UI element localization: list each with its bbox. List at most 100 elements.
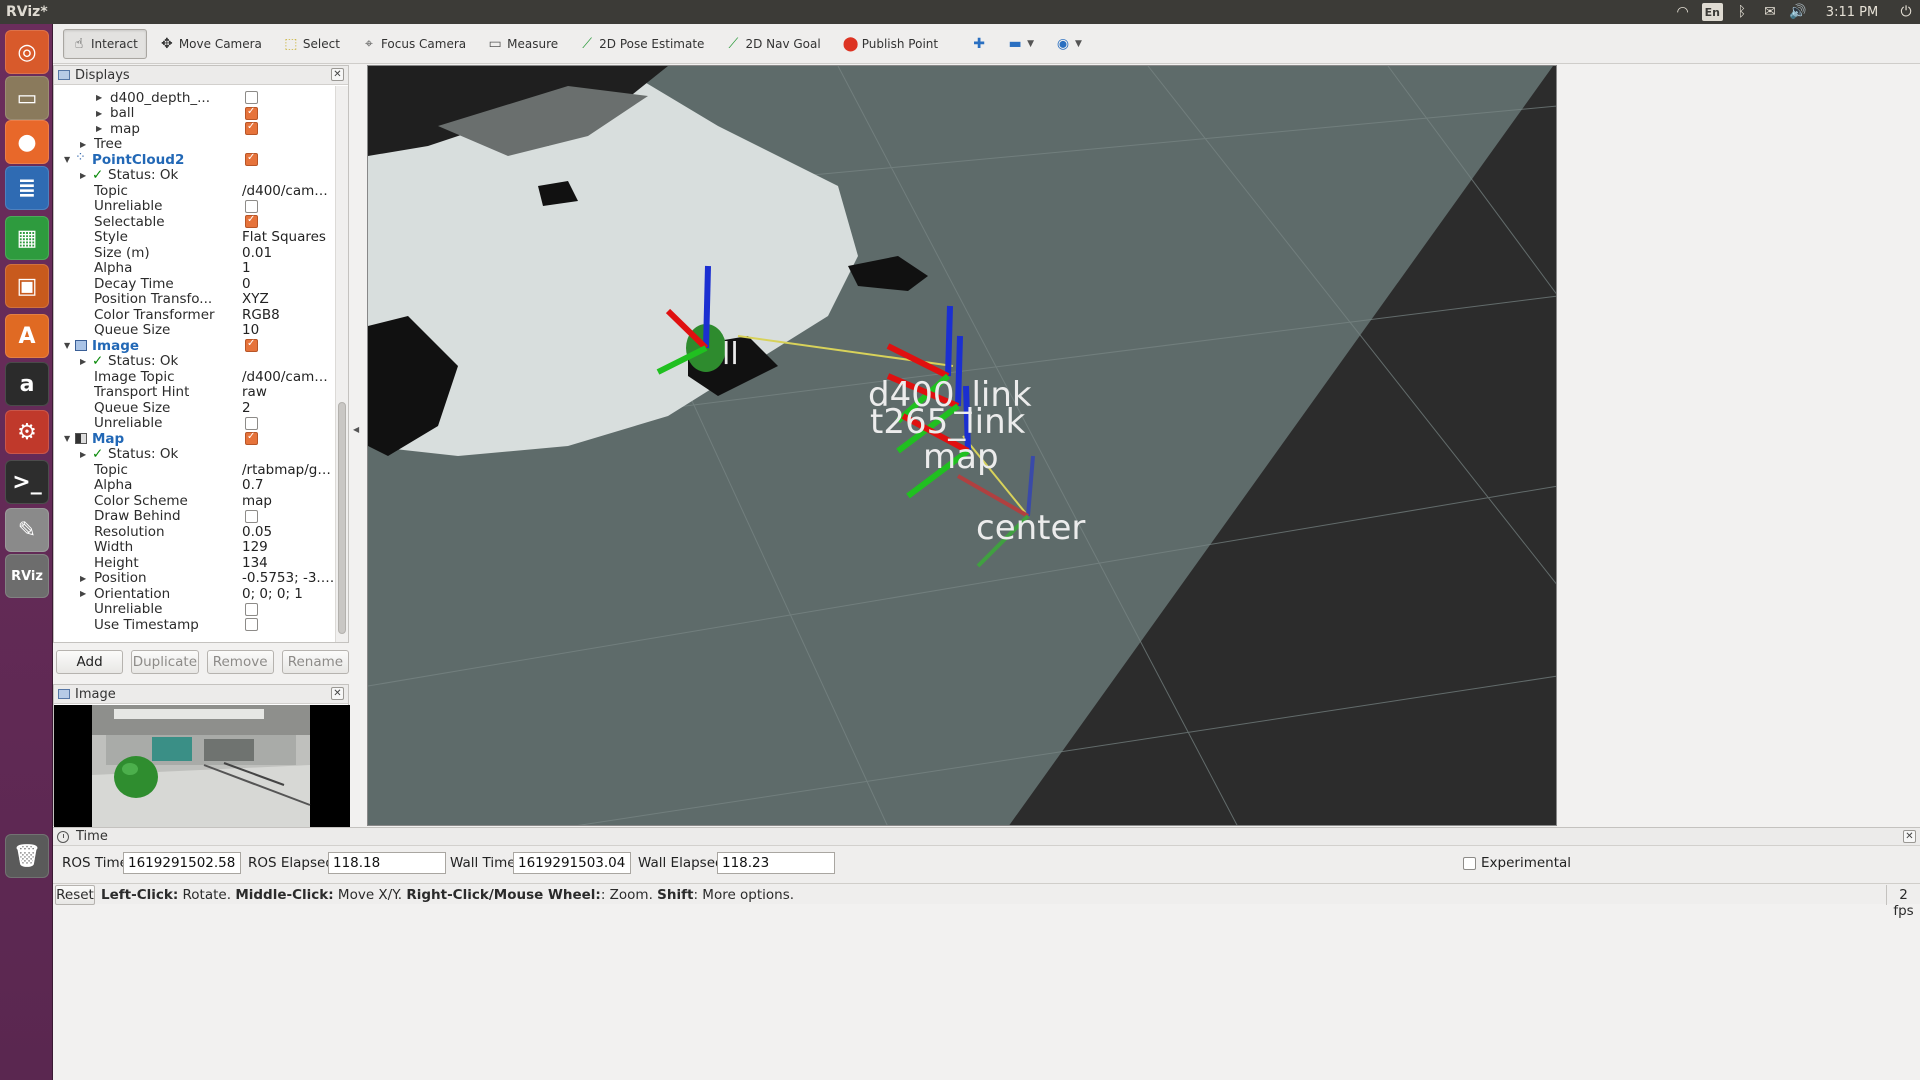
- 3d-render-view[interactable]: ll d400_link t265_link map center: [367, 65, 1557, 826]
- collapsed-arrow-icon[interactable]: ▶: [80, 589, 86, 598]
- displays-buttons: Add Duplicate Remove Rename: [53, 645, 349, 679]
- collapsed-arrow-icon[interactable]: ▶: [80, 140, 86, 149]
- launcher-libreoffice-calc-icon[interactable]: ▦: [5, 216, 49, 260]
- remove-button[interactable]: Remove: [206, 650, 274, 674]
- pointcloud-icon: ⁘: [75, 150, 86, 165]
- enable-checkbox[interactable]: [245, 152, 258, 166]
- launcher-system-settings-icon[interactable]: ⚙: [5, 410, 49, 454]
- hint-text: : More options.: [693, 887, 795, 903]
- tool-publish-point[interactable]: ⬤ Publish Point: [834, 29, 947, 59]
- tool-focus-camera[interactable]: ⌖ Focus Camera: [353, 29, 475, 59]
- wall-time-field[interactable]: 1619291503.04: [513, 852, 631, 874]
- launcher-ubuntu-software-icon[interactable]: A: [5, 314, 49, 358]
- eye-icon: ◉: [1056, 35, 1070, 52]
- launcher-firefox-icon[interactable]: ●: [5, 120, 49, 164]
- wifi-icon[interactable]: ◠: [1669, 0, 1697, 24]
- ball-label: ll: [722, 337, 739, 372]
- launcher-libreoffice-writer-icon[interactable]: ≣: [5, 166, 49, 210]
- tool-2d-pose-estimate[interactable]: ⟋ 2D Pose Estimate: [571, 29, 713, 59]
- collapse-left-icon[interactable]: ◀: [353, 425, 359, 434]
- eye-tool-button[interactable]: ◉ ▼: [1047, 29, 1091, 59]
- chevron-down-icon: ▼: [1027, 38, 1035, 49]
- image-panel-title: Image ✕: [54, 685, 348, 704]
- clock[interactable]: 3:11 PM: [1812, 0, 1892, 24]
- frame-label-map: map: [923, 437, 999, 477]
- ros-time-label: ROS Time:: [62, 855, 133, 871]
- launcher-terminal-icon[interactable]: >_: [5, 460, 49, 504]
- system-tray: ◠ En ᛒ ✉ 🔊 3:11 PM ⏻: [1669, 0, 1920, 24]
- tool-measure[interactable]: ▭ Measure: [479, 29, 567, 59]
- collapsed-arrow-icon[interactable]: ▶: [80, 450, 86, 459]
- image-icon: [75, 340, 87, 351]
- launcher-ubuntu-dash-icon[interactable]: ◎: [5, 30, 49, 74]
- launcher-libreoffice-impress-icon[interactable]: ▣: [5, 264, 49, 308]
- launcher-trash-icon[interactable]: 🗑: [5, 834, 49, 878]
- tool-2d-nav-goal[interactable]: ⟋ 2D Nav Goal: [717, 29, 829, 59]
- enable-checkbox[interactable]: [245, 106, 258, 120]
- close-icon[interactable]: ✕: [331, 68, 344, 81]
- expanded-arrow-icon[interactable]: ▼: [64, 155, 70, 164]
- hint-key: Right-Click/Mouse Wheel:: [406, 887, 601, 903]
- plus-tool-button[interactable]: ✚: [963, 29, 995, 59]
- tool-label: Publish Point: [861, 36, 939, 51]
- close-icon[interactable]: ✕: [331, 687, 344, 700]
- displays-title-label: Displays: [75, 67, 130, 83]
- keyboard-language-indicator[interactable]: En: [1701, 3, 1723, 21]
- launcher-files-icon[interactable]: ▭: [5, 76, 49, 120]
- enable-checkbox[interactable]: [245, 91, 258, 104]
- enable-checkbox[interactable]: [245, 602, 258, 616]
- tool-interact[interactable]: ☝ Interact: [63, 28, 147, 59]
- ros-time-field[interactable]: 1619291502.58: [123, 852, 241, 874]
- enable-checkbox[interactable]: [245, 214, 258, 228]
- panel-splitter[interactable]: ◀: [353, 65, 365, 826]
- launcher-amazon-icon[interactable]: a: [5, 362, 49, 406]
- display-property-row[interactable]: Use Timestamp: [54, 615, 336, 634]
- enable-checkbox[interactable]: [245, 509, 258, 523]
- displays-scrollbar[interactable]: [335, 86, 348, 642]
- enable-checkbox[interactable]: [245, 121, 258, 135]
- enable-checkbox[interactable]: [245, 199, 258, 213]
- power-icon[interactable]: ⏻: [1892, 0, 1920, 24]
- ros-elapsed-field[interactable]: 118.18: [328, 852, 446, 874]
- clock-icon: [57, 830, 69, 843]
- rename-button[interactable]: Rename: [281, 650, 349, 674]
- camera-image-view: [54, 705, 350, 827]
- mail-icon[interactable]: ✉: [1756, 0, 1784, 24]
- image-title-label: Image: [75, 686, 116, 702]
- expanded-arrow-icon[interactable]: ▼: [64, 434, 70, 443]
- experimental-label: Experimental: [1481, 855, 1572, 871]
- bluetooth-icon[interactable]: ᛒ: [1728, 0, 1756, 24]
- collapsed-arrow-icon[interactable]: ▶: [80, 357, 86, 366]
- expanded-arrow-icon[interactable]: ▼: [64, 341, 70, 350]
- experimental-checkbox[interactable]: [1463, 857, 1476, 870]
- minus-tool-button[interactable]: ▬ ▼: [999, 29, 1043, 59]
- collapsed-arrow-icon[interactable]: ▶: [96, 93, 102, 102]
- enable-checkbox[interactable]: [245, 618, 258, 631]
- collapsed-arrow-icon[interactable]: ▶: [80, 171, 86, 180]
- launcher: ◎ ▭ ● ≣ ▦ ▣ Aa ⚙ >_ ✎ RViz 🗑: [0, 24, 53, 1080]
- 3d-scene[interactable]: ll d400_link t265_link map center: [368, 66, 1557, 826]
- scrollbar-thumb[interactable]: [338, 402, 346, 634]
- collapsed-arrow-icon[interactable]: ▶: [96, 109, 102, 118]
- enable-checkbox[interactable]: [245, 416, 258, 430]
- launcher-text-editor-icon[interactable]: ✎: [5, 508, 49, 552]
- tool-select[interactable]: ⬚ Select: [275, 29, 349, 59]
- tool-label: Select: [302, 36, 340, 51]
- close-icon[interactable]: ✕: [1903, 830, 1916, 843]
- measure-icon: ▭: [488, 35, 502, 52]
- wall-elapsed-label: Wall Elapsed:: [638, 855, 729, 871]
- wall-elapsed-field[interactable]: 118.23: [717, 852, 835, 874]
- tool-move-camera[interactable]: ✥ Move Camera: [151, 29, 271, 59]
- collapsed-arrow-icon[interactable]: ▶: [96, 124, 102, 133]
- reset-button[interactable]: Reset: [55, 885, 95, 905]
- volume-icon[interactable]: 🔊: [1784, 0, 1812, 24]
- launcher-rviz-icon[interactable]: RViz: [5, 554, 49, 598]
- collapsed-arrow-icon[interactable]: ▶: [80, 574, 86, 583]
- status-bar: Reset Left-Click: Rotate. Middle-Click: …: [53, 883, 1920, 919]
- enable-checkbox[interactable]: [245, 338, 258, 352]
- hint-key: Shift: [657, 887, 694, 903]
- add-button[interactable]: Add: [56, 650, 124, 674]
- displays-panel: Displays ✕ ▶d400_depth_...▶ball▶map▶Tree…: [53, 65, 349, 643]
- duplicate-button[interactable]: Duplicate: [131, 650, 199, 674]
- enable-checkbox[interactable]: [245, 431, 258, 445]
